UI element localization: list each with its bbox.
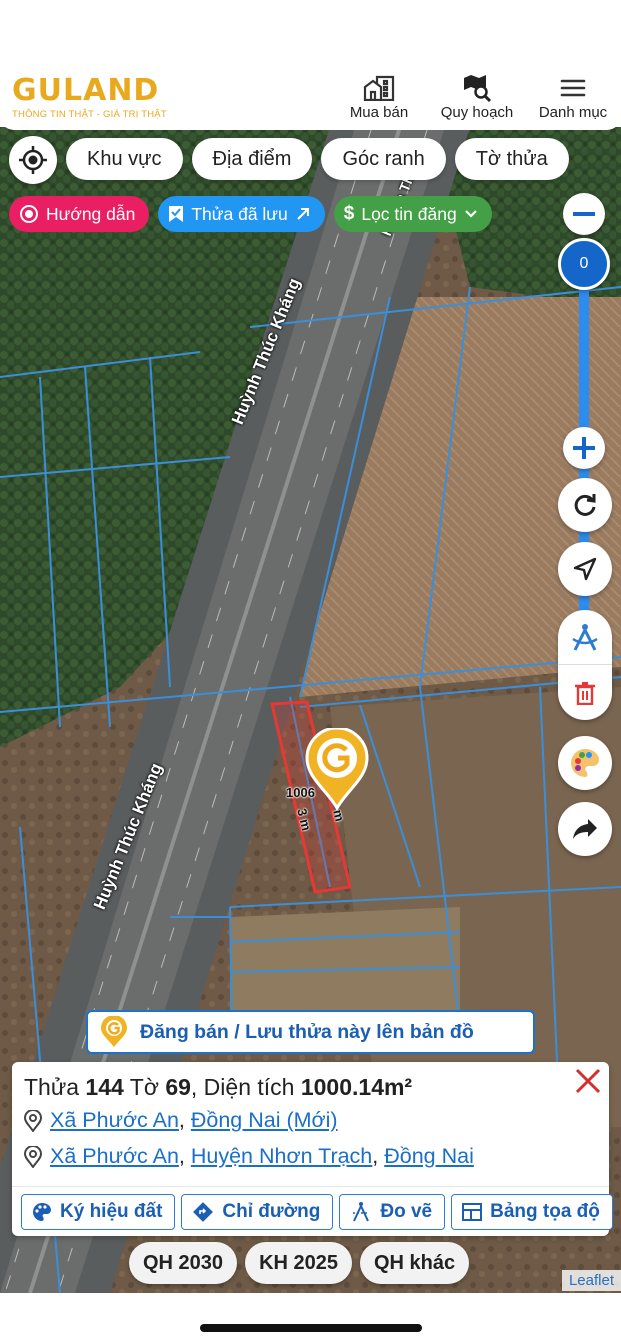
chevron-down-icon (464, 210, 477, 218)
bookmark-icon (169, 206, 184, 222)
planning-layer-row: QH 2030 KH 2025 QH khác (129, 1242, 470, 1284)
guide-button[interactable]: Hướng dẫn (9, 196, 150, 232)
zoom-slider-handle[interactable]: 0 (558, 238, 610, 290)
delete-drawing-button[interactable] (558, 665, 612, 720)
zoom-out-button[interactable] (563, 193, 605, 235)
palette-icon (571, 749, 599, 777)
address-old: Xã Phước An, Huyện Nhơn Trạch, Đồng Nai (24, 1144, 474, 1169)
share-button[interactable] (558, 802, 612, 856)
parcel-info-card: Thửa 144 Tờ 69, Diện tích 1000.14m² Xã P… (12, 1062, 613, 1236)
home-indicator (200, 1324, 422, 1332)
saved-parcels-label: Thửa đã lưu (191, 203, 288, 224)
card-divider (12, 1186, 609, 1187)
nav-quy-hoach[interactable]: Quy hoạch (437, 74, 517, 121)
plus-icon (573, 437, 595, 459)
filter-listings-label: Lọc tin đăng (361, 203, 457, 224)
coordinates-table-button[interactable]: Bảng tọa độ (451, 1194, 613, 1230)
minus-icon (573, 212, 595, 216)
layer-kh-2025[interactable]: KH 2025 (245, 1242, 352, 1284)
parcel-action-row: Ký hiệu đất Chỉ đường Đo vẽ Bảng tọa độ (21, 1194, 613, 1230)
compass-draw-icon (572, 624, 598, 651)
directions-icon (193, 1202, 214, 1222)
guide-label: Hướng dẫn (46, 203, 136, 224)
measure-label: Đo vẽ (380, 1201, 433, 1222)
menu-icon (556, 74, 590, 102)
close-icon (575, 1068, 601, 1094)
dollar-icon: $ (343, 203, 355, 224)
saved-parcels-button[interactable]: Thửa đã lưu (158, 196, 325, 232)
guland-logo[interactable]: GULAND THÔNG TIN THẬT - GIÁ TRỊ THẬT (12, 76, 167, 121)
chip-to-thua[interactable]: Tờ thửa (454, 138, 569, 180)
quick-action-row: Hướng dẫn Thửa đã lưu $ Lọc tin đăng (9, 196, 492, 232)
palette-icon (33, 1203, 51, 1221)
directions-label: Chỉ đường (222, 1201, 321, 1222)
refresh-button[interactable] (558, 478, 612, 532)
share-arrow-icon (573, 819, 597, 839)
guland-pin-icon (101, 1016, 127, 1047)
measure-button[interactable]: Đo vẽ (339, 1194, 446, 1230)
layer-qh-khac[interactable]: QH khác (360, 1242, 470, 1284)
parcel-title: Thửa 144 Tờ 69, Diện tích 1000.14m² (24, 1074, 413, 1100)
compass-draw-icon (353, 1202, 370, 1222)
chip-goc-ranh[interactable]: Góc ranh (321, 138, 446, 180)
coordinates-table-label: Bảng tọa độ (490, 1201, 600, 1222)
app-header: GULAND THÔNG TIN THẬT - GIÁ TRỊ THẬT Mua… (0, 68, 621, 130)
location-pin-icon[interactable] (305, 726, 369, 815)
table-icon (462, 1203, 483, 1221)
target-icon (20, 205, 38, 223)
layer-qh-2030[interactable]: QH 2030 (129, 1242, 238, 1284)
map-marker-icon (24, 1109, 42, 1132)
building-icon (362, 74, 396, 102)
arrow-up-right-icon (297, 208, 309, 220)
filter-chip-row: Khu vực Địa điểm Góc ranh Tờ thửa (66, 138, 569, 180)
address-new: Xã Phước An, Đồng Nai (Mới) (24, 1108, 338, 1133)
map-style-button[interactable] (558, 736, 612, 790)
draw-tools (558, 610, 612, 720)
trash-icon (575, 681, 595, 705)
zoom-in-button[interactable] (563, 427, 605, 469)
post-parcel-label: Đăng bán / Lưu thửa này lên bản đồ (140, 1020, 474, 1043)
leaflet-attribution[interactable]: Leaflet (561, 1270, 621, 1291)
crosshair-icon (19, 146, 47, 174)
map-marker-icon (24, 1145, 42, 1168)
measure-tool-button[interactable] (558, 610, 612, 665)
nav-mua-ban[interactable]: Mua bán (339, 74, 419, 121)
directions-button[interactable]: Chỉ đường (181, 1194, 334, 1230)
land-symbol-button[interactable]: Ký hiệu đất (21, 1194, 176, 1230)
map-search-icon (460, 74, 494, 102)
navigation-arrow-icon (573, 557, 597, 581)
top-nav: Mua bán Quy hoạch Danh mục (339, 74, 611, 121)
link-district-old[interactable]: Huyện Nhơn Trạch (191, 1144, 372, 1168)
link-commune-old[interactable]: Xã Phước An (50, 1144, 179, 1168)
nav-danh-muc[interactable]: Danh mục (535, 74, 611, 121)
link-commune-new[interactable]: Xã Phước An (50, 1108, 179, 1132)
link-province-new[interactable]: Đồng Nai (Mới) (191, 1108, 338, 1132)
land-symbol-label: Ký hiệu đất (60, 1201, 163, 1222)
my-location-button[interactable] (9, 136, 57, 184)
link-province-old[interactable]: Đồng Nai (384, 1144, 474, 1168)
filter-listings-button[interactable]: $ Lọc tin đăng (333, 196, 492, 232)
chip-khu-vuc[interactable]: Khu vực (66, 138, 183, 180)
refresh-icon (574, 494, 596, 516)
navigate-button[interactable] (558, 542, 612, 596)
post-parcel-banner[interactable]: Đăng bán / Lưu thửa này lên bản đồ (86, 1010, 535, 1054)
close-card-button[interactable] (571, 1064, 605, 1098)
chip-dia-diem[interactable]: Địa điểm (191, 138, 313, 180)
